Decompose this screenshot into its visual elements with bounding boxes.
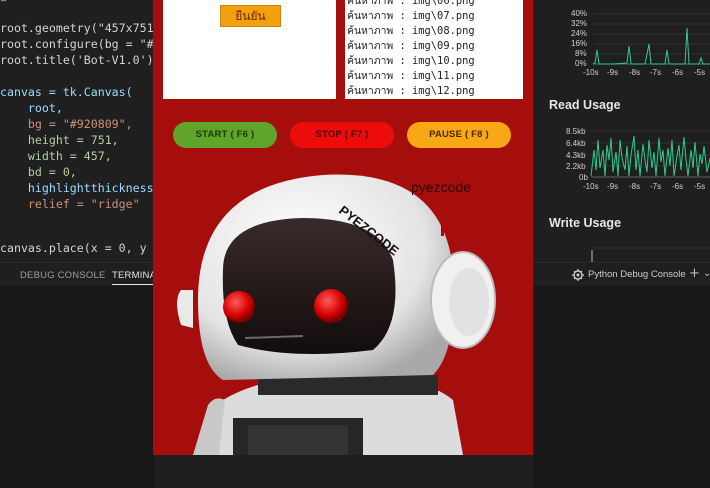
code-editor[interactable]: ▫ root.geometry("457x751") root.configur… <box>0 0 155 262</box>
stop-button[interactable]: STOP ( F7 ) <box>290 122 394 148</box>
chevron-down-icon[interactable]: ⌄ <box>703 268 710 279</box>
code-line: highlightthickness = <box>27 181 154 195</box>
code-line: width = 457, <box>0 149 112 163</box>
code-line: root, <box>0 101 63 115</box>
code-line: canvas = tk.Canvas( <box>0 85 133 99</box>
log-line: ค้นหาภาพ : img\10.png <box>347 55 475 67</box>
code-line: ▫ <box>0 0 7 6</box>
log-line: ค้นหาภาพ : img\12.png <box>347 85 475 97</box>
bot-window: ยืนยัน ค้นหาภาพ : img\06.png ค้นหาภาพ : … <box>153 0 533 455</box>
robot-caption: pyezcode <box>411 179 471 195</box>
code-line: relief = "ridge" <box>0 197 140 211</box>
confirm-button[interactable]: ยืนยัน <box>220 5 281 27</box>
code-line: root.title('Bot-V1.0') <box>0 53 154 67</box>
code-line: root.geometry("457x751") <box>0 21 155 35</box>
pause-button[interactable]: PAUSE ( F8 ) <box>407 122 511 148</box>
tab-debug-console[interactable]: DEBUG CONSOLE <box>20 270 105 281</box>
log-line: ค้นหาภาพ : img\09.png <box>347 40 475 52</box>
debug-gear-icon <box>572 269 584 281</box>
log-panel: ค้นหาภาพ : img\06.png ค้นหาภาพ : img\07.… <box>345 0 523 99</box>
terminal-body[interactable] <box>0 286 155 488</box>
cpu-line <box>592 27 710 65</box>
panel-toolbar: Python Debug Console + ⌄ <box>533 262 710 286</box>
terminal-body-right[interactable] <box>533 286 710 488</box>
confirm-panel: ยืนยัน <box>163 0 336 99</box>
usage-sparklines <box>590 13 710 262</box>
log-line: ค้นหาภาพ : img\07.png <box>347 10 475 22</box>
start-button[interactable]: START ( F6 ) <box>173 122 277 148</box>
python-debug-console-tab[interactable]: Python Debug Console <box>588 269 686 280</box>
log-line: ค้นหาภาพ : img\08.png <box>347 25 475 37</box>
log-line: ค้นหาภาพ : img\06.png <box>347 0 475 7</box>
robot-mascot-illustration: PYEZCODE <box>177 174 496 455</box>
log-line: ค้นหาภาพ : img\11.png <box>347 70 475 82</box>
code-line: bg = "#920809", <box>0 117 133 131</box>
plus-icon[interactable]: + <box>689 266 700 281</box>
panel-tabs: DEBUG CONSOLE TERMINAL <box>0 262 161 286</box>
code-line: root.configure(bg = "#920 <box>0 37 155 51</box>
code-line: bd = 0, <box>0 165 77 179</box>
code-line: canvas.place(x = 0, y = 0 <box>0 241 155 255</box>
read-usage-line <box>590 135 710 177</box>
code-line: height = 751, <box>0 133 119 147</box>
resource-monitor: 40% 32% 24% 16% 8% 0% -10s -9s -8s -7s -… <box>533 0 710 262</box>
